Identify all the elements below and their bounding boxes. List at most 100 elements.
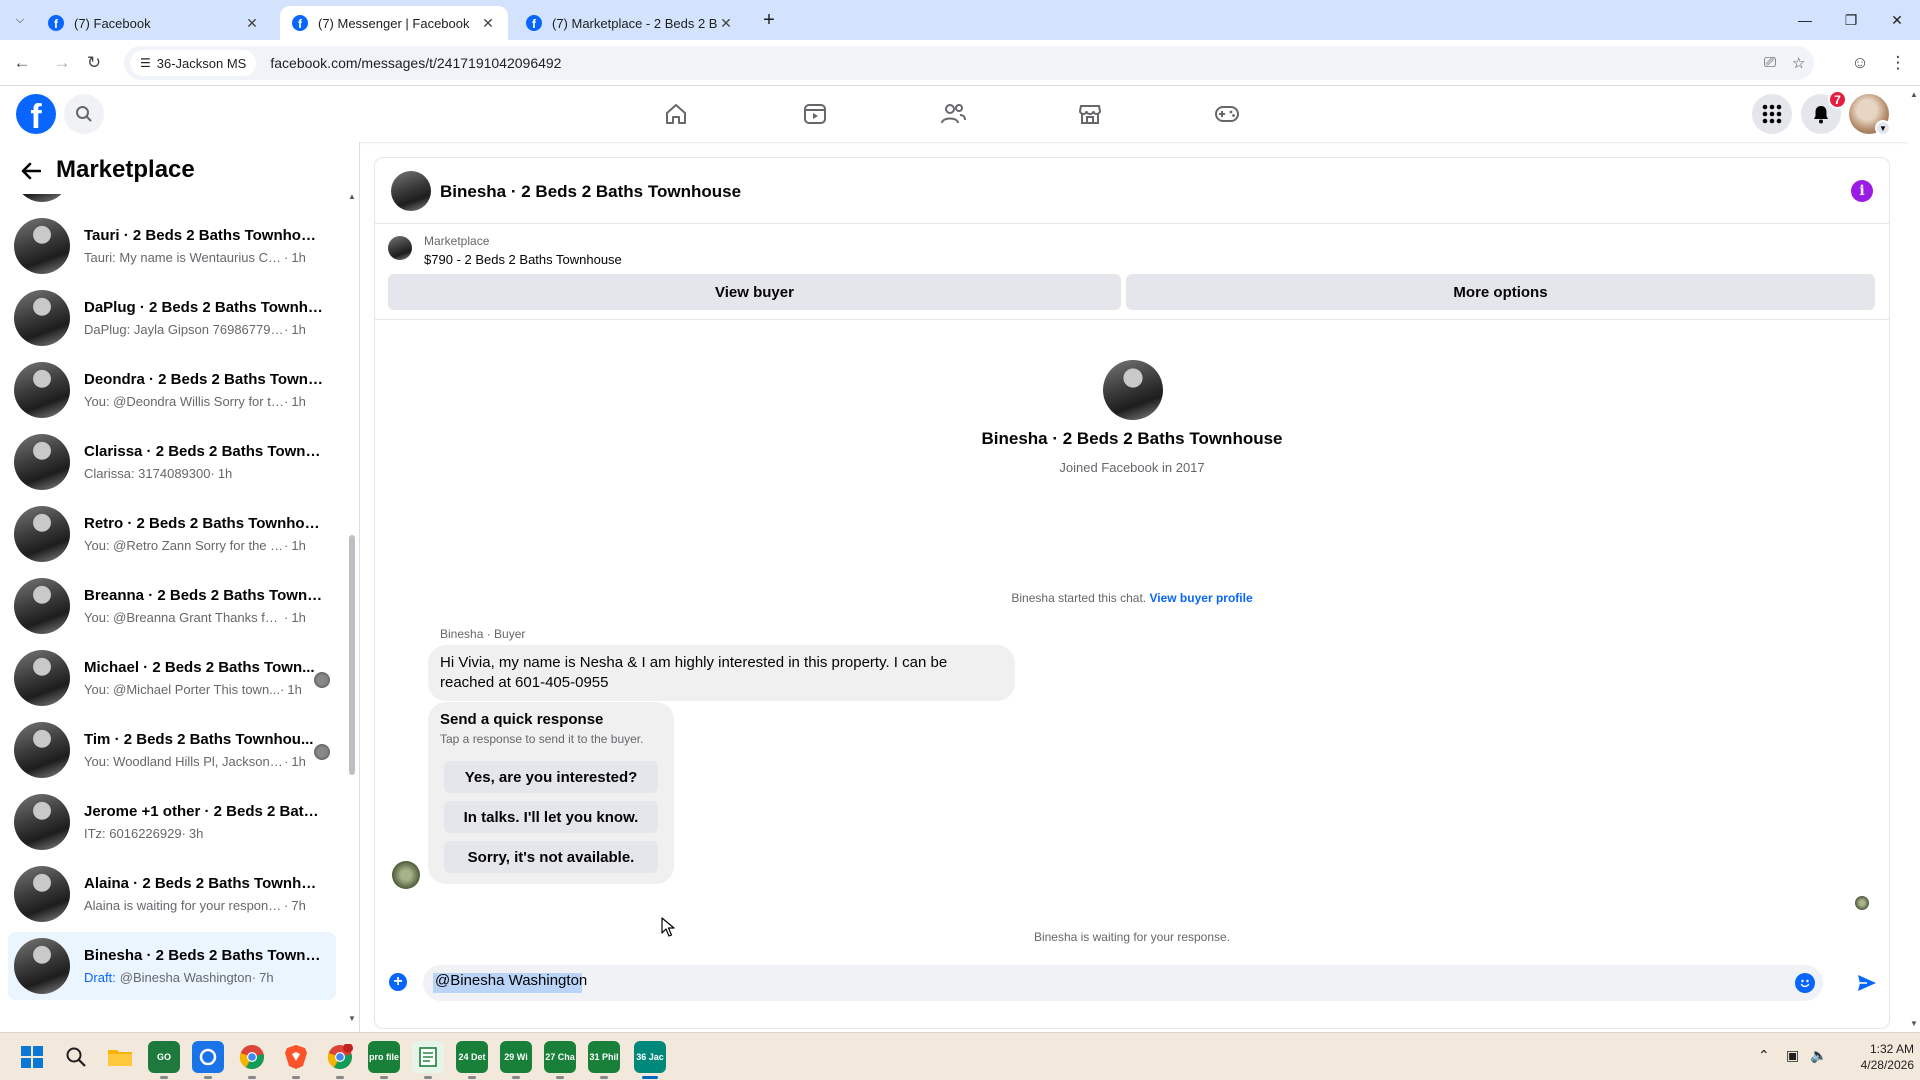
scrollbar-thumb[interactable] bbox=[349, 535, 355, 775]
menu-apps-button[interactable] bbox=[1752, 94, 1792, 134]
message-input-wrap[interactable] bbox=[423, 965, 1823, 1001]
tab-search-dropdown-icon[interactable]: ⌵ bbox=[8, 8, 32, 32]
chat-header-name[interactable]: Binesha · 2 Beds 2 Baths Townhouse bbox=[440, 182, 741, 202]
taskbar-chrome-m-icon[interactable] bbox=[324, 1041, 356, 1079]
taskbar-app-q-icon[interactable] bbox=[192, 1041, 224, 1079]
conversation-avatar bbox=[14, 362, 70, 418]
conversation-row[interactable]: Retro · 2 Beds 2 Baths Townhouse You: @Re… bbox=[8, 500, 336, 568]
taskbar-app-edit-icon[interactable] bbox=[412, 1041, 444, 1079]
facebook-favicon-icon: f bbox=[292, 15, 308, 31]
taskbar-app-profile-icon[interactable]: pro file bbox=[368, 1041, 400, 1079]
tray-overflow-chevron-icon[interactable]: ⌃ bbox=[1758, 1047, 1770, 1064]
browser-menu-icon[interactable]: ⋮ bbox=[1884, 49, 1912, 77]
network-icon[interactable]: ▣ bbox=[1786, 1047, 1799, 1064]
taskbar-app-29-icon[interactable]: 29 Wi bbox=[500, 1041, 532, 1079]
buyer-profile-avatar[interactable] bbox=[1103, 360, 1163, 420]
browser-tab-messenger[interactable]: f (7) Messenger | Facebook ✕ bbox=[280, 6, 508, 40]
omnibox[interactable]: ☰ 36-Jackson MS facebook.com/messages/t/… bbox=[124, 46, 1814, 80]
send-icon[interactable] bbox=[1856, 972, 1878, 994]
forward-icon[interactable]: → bbox=[48, 49, 76, 77]
browser-tab-facebook[interactable]: f (7) Facebook ✕ bbox=[36, 6, 272, 40]
reload-icon[interactable]: ↻ bbox=[80, 49, 108, 77]
message-input[interactable] bbox=[435, 972, 1765, 989]
seen-avatar bbox=[314, 744, 330, 760]
taskbar-app-go-icon[interactable]: GO bbox=[148, 1041, 180, 1079]
conversation-row[interactable]: Tim · 2 Beds 2 Baths Townhou... You: Wood… bbox=[8, 716, 336, 784]
draft-label: Draft: bbox=[84, 970, 116, 985]
snippet-text: You: @Deondra Willis Sorry for the ... bbox=[84, 394, 284, 409]
new-tab-button[interactable]: + bbox=[757, 8, 781, 32]
conversation-row[interactable]: DaPlug · 2 Beds 2 Baths Townho... DaPlug:… bbox=[8, 284, 336, 352]
volume-icon[interactable]: 🔈 bbox=[1810, 1047, 1827, 1064]
page-scrollbar[interactable]: ▲ ▼ bbox=[1908, 86, 1920, 1032]
taskbar-app-36-icon[interactable]: 36 Jac bbox=[634, 1041, 666, 1079]
site-info-chip[interactable]: ☰ 36-Jackson MS bbox=[130, 50, 257, 76]
sender-avatar[interactable] bbox=[392, 861, 420, 889]
tab-close-icon[interactable]: ✕ bbox=[718, 15, 734, 32]
chat-header-avatar[interactable] bbox=[391, 171, 431, 211]
taskbar-app-24-icon[interactable]: 24 Det bbox=[456, 1041, 488, 1079]
listing-title[interactable]: $790 - 2 Beds 2 Baths Townhouse bbox=[424, 252, 622, 267]
listing-source: Marketplace bbox=[424, 234, 490, 248]
page-scroll-down-icon[interactable]: ▼ bbox=[1910, 1019, 1918, 1028]
emoji-icon[interactable] bbox=[1795, 973, 1815, 993]
restore-icon[interactable]: ❐ bbox=[1828, 0, 1874, 40]
account-chevron-down-icon[interactable]: ▼ bbox=[1875, 120, 1891, 136]
taskbar-file-explorer-icon[interactable] bbox=[104, 1041, 136, 1073]
conversation-row[interactable]: Deondra · 2 Beds 2 Baths Townh... You: @D… bbox=[8, 356, 336, 424]
home-icon bbox=[666, 104, 686, 124]
conversation-row[interactable]: Michael · 2 Beds 2 Baths Town... You: @Mi… bbox=[8, 644, 336, 712]
install-app-icon[interactable]: ⎚ bbox=[1764, 54, 1776, 71]
conversation-row[interactable]: Alaina · 2 Beds 2 Baths Townhou... Alaina… bbox=[8, 860, 336, 928]
listing-thumbnail[interactable] bbox=[388, 236, 412, 260]
view-buyer-button[interactable]: View buyer bbox=[388, 274, 1121, 310]
system-clock[interactable]: 1:32 AM 4/28/2026 bbox=[1854, 1041, 1914, 1073]
site-chip-label: 36-Jackson MS bbox=[156, 55, 247, 71]
conversation-snippet: You: @Retro Zann Sorry for the late... ·… bbox=[84, 538, 324, 553]
more-options-button[interactable]: More options bbox=[1126, 274, 1875, 310]
facebook-logo-icon[interactable]: f bbox=[16, 94, 56, 134]
conversation-row[interactable]: Tauri · 2 Beds 2 Baths Townhouse Tauri: M… bbox=[8, 212, 336, 280]
taskbar-brave-icon[interactable] bbox=[280, 1041, 312, 1079]
quick-response-in-talks-button[interactable]: In talks. I'll let you know. bbox=[444, 801, 658, 833]
info-icon[interactable]: i bbox=[1851, 180, 1873, 202]
snippet-text: Alaina is waiting for your response. bbox=[84, 898, 284, 913]
conversation-row[interactable]: Jerome +1 other · 2 Beds 2 Bath... ITz: 6… bbox=[8, 788, 336, 856]
bookmark-star-icon[interactable]: ☆ bbox=[1792, 54, 1805, 72]
sidebar-scrollbar[interactable]: ▲ ▼ bbox=[348, 192, 356, 1023]
quick-response-not-available-button[interactable]: Sorry, it's not available. bbox=[444, 841, 658, 873]
conversation-row[interactable]: Binesha · 2 Beds 2 Baths Townh... Draft: @… bbox=[8, 932, 336, 1000]
nav-friends[interactable] bbox=[898, 86, 1008, 142]
nav-gaming[interactable] bbox=[1172, 86, 1282, 142]
taskbar-chrome-icon[interactable] bbox=[236, 1041, 268, 1079]
nav-home[interactable] bbox=[621, 86, 731, 142]
quick-response-title: Send a quick response bbox=[440, 711, 604, 728]
conversation-row[interactable]: Clarissa · 2 Beds 2 Baths Townho... Clari… bbox=[8, 428, 336, 496]
taskbar-search-icon[interactable] bbox=[60, 1041, 92, 1073]
nav-video[interactable] bbox=[760, 86, 870, 142]
snippet-text: @Binesha Washington bbox=[119, 970, 252, 985]
minimize-icon[interactable]: — bbox=[1782, 0, 1828, 40]
scroll-up-icon[interactable]: ▲ bbox=[348, 192, 356, 201]
browser-tab-marketplace[interactable]: f (7) Marketplace - 2 Beds 2 Bath ✕ bbox=[514, 6, 746, 40]
add-attachment-icon[interactable]: + bbox=[389, 973, 407, 991]
taskbar-app-31-icon[interactable]: 31 Phil bbox=[588, 1041, 620, 1079]
back-arrow-icon[interactable] bbox=[16, 156, 46, 186]
back-icon[interactable]: ← bbox=[8, 49, 36, 77]
profile-icon[interactable]: ☺ bbox=[1846, 49, 1874, 77]
url-text[interactable]: facebook.com/messages/t/2417191042096492 bbox=[270, 55, 561, 71]
incoming-message-bubble[interactable]: Hi Vivia, my name is Nesha & I am highly… bbox=[428, 645, 1015, 701]
page-scroll-up-icon[interactable]: ▲ bbox=[1910, 90, 1918, 99]
conversation-row[interactable]: Breanna · 2 Beds 2 Baths Townh... You: @B… bbox=[8, 572, 336, 640]
notifications-button[interactable]: 7 bbox=[1801, 90, 1847, 134]
close-window-icon[interactable]: ✕ bbox=[1874, 0, 1920, 40]
taskbar-start-icon[interactable] bbox=[16, 1041, 48, 1073]
facebook-search-button[interactable] bbox=[64, 94, 104, 134]
taskbar-app-27-icon[interactable]: 27 Cha bbox=[544, 1041, 576, 1079]
nav-marketplace[interactable] bbox=[1035, 86, 1145, 142]
scroll-down-icon[interactable]: ▼ bbox=[348, 1014, 356, 1023]
tab-close-icon[interactable]: ✕ bbox=[244, 15, 260, 32]
view-buyer-profile-link[interactable]: View buyer profile bbox=[1149, 591, 1252, 605]
tab-close-icon[interactable]: ✕ bbox=[480, 15, 496, 32]
quick-response-yes-button[interactable]: Yes, are you interested? bbox=[444, 761, 658, 793]
